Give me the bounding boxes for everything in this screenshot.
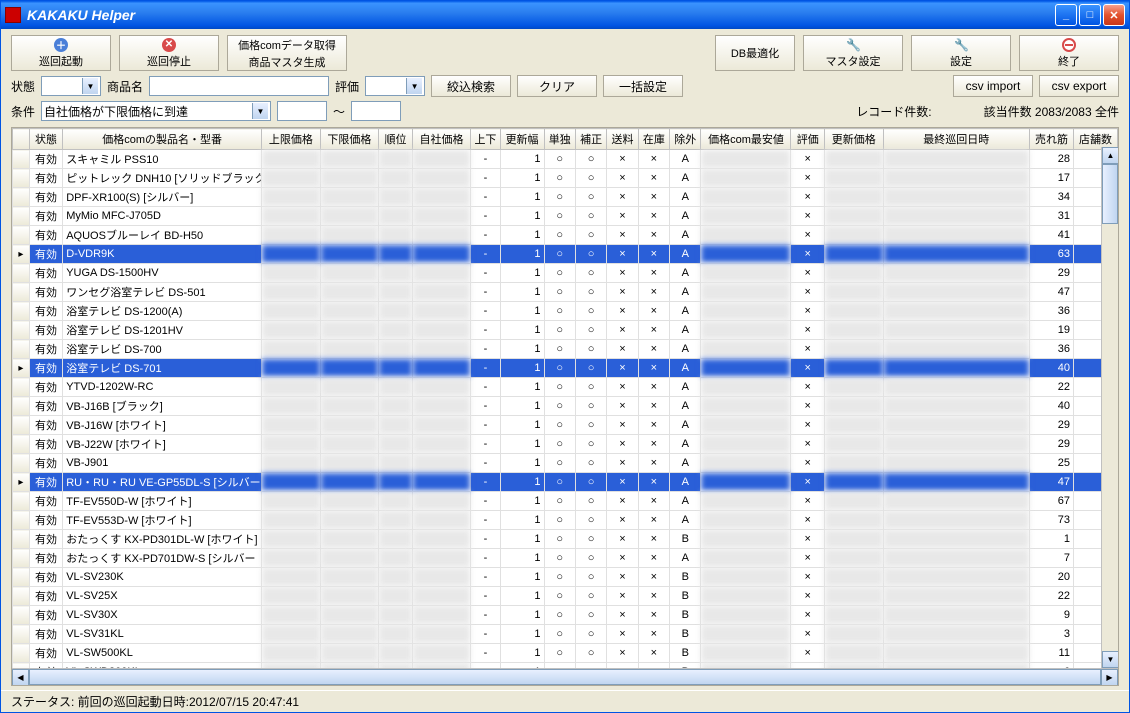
record-count-value: 該当件数 2083/2083 全件: [984, 103, 1119, 120]
patrol-stop-button[interactable]: ✕ 巡回停止: [119, 35, 219, 71]
plus-icon: ＋: [54, 38, 68, 52]
toolbar: ＋ 巡回起動 ✕ 巡回停止 価格comデータ取得 商品マスタ生成 DB最適化 🔧…: [1, 29, 1129, 73]
vertical-scrollbar[interactable]: ▲ ▼: [1101, 147, 1118, 668]
batch-settings-button[interactable]: 一括設定: [603, 75, 683, 97]
stop-icon: [1062, 38, 1076, 52]
scroll-right-button[interactable]: ▶: [1101, 669, 1118, 686]
patrol-start-button[interactable]: ＋ 巡回起動: [11, 35, 111, 71]
condition-label: 条件: [11, 103, 35, 120]
horizontal-scrollbar[interactable]: ◀ ▶: [12, 668, 1118, 685]
table-row[interactable]: 有効MyMio MFC-J705D-1○○××A×3141: [13, 207, 1118, 226]
close-button[interactable]: ✕: [1103, 4, 1125, 26]
filter-row-1: 状態 ▼ 商品名 評価 ▼ 絞込検索 クリア 一括設定 csv import c…: [1, 73, 1129, 99]
scroll-down-button[interactable]: ▼: [1102, 651, 1119, 668]
column-header[interactable]: 下限価格: [320, 129, 379, 150]
table-row[interactable]: 有効VB-J22W [ホワイト]-1○○××A×298: [13, 435, 1118, 454]
range-to-input[interactable]: [351, 101, 401, 121]
titlebar[interactable]: KAKAKU Helper _ □ ✕: [1, 1, 1129, 29]
cross-icon: ✕: [162, 38, 176, 52]
name-input[interactable]: [149, 76, 329, 96]
table-row[interactable]: 有効VL-SV31KL-1○○××B×336: [13, 625, 1118, 644]
column-header[interactable]: 送料: [607, 129, 638, 150]
narrow-search-button[interactable]: 絞込検索: [431, 75, 511, 97]
window-title: KAKAKU Helper: [27, 7, 1055, 23]
statusbar: ステータス: 前回の巡回起動日時:2012/07/15 20:47:41: [1, 690, 1129, 712]
table-row[interactable]: 有効ピットレック DNH10 [ソリッドブラック]-1○○××A×1736: [13, 169, 1118, 188]
csv-export-button[interactable]: csv export: [1039, 75, 1119, 97]
table-row[interactable]: 有効DPF-XR100(S) [シルバー]-1○○××A×3434: [13, 188, 1118, 207]
master-settings-button[interactable]: 🔧 マスタ設定: [803, 35, 903, 71]
column-header[interactable]: 状態: [29, 129, 62, 150]
table-row[interactable]: 有効VL-SW500KL-1○○××B×1153: [13, 644, 1118, 663]
range-from-input[interactable]: [277, 101, 327, 121]
grid-table[interactable]: 状態価格comの製品名・型番上限価格下限価格順位自社価格上下更新幅単独補正送料在…: [12, 128, 1118, 668]
table-row[interactable]: 有効VL-SV230K-1○○××B×2010: [13, 568, 1118, 587]
table-row[interactable]: 有効TF-EV553D-W [ホワイト]-1○○××A×7327: [13, 511, 1118, 530]
column-header[interactable]: 自社価格: [412, 129, 471, 150]
scroll-up-button[interactable]: ▲: [1102, 147, 1119, 164]
record-count-label: レコード件数:: [856, 103, 931, 120]
column-header[interactable]: 更新価格: [824, 129, 883, 150]
table-row[interactable]: 有効おたっくす KX-PD301DL-W [ホワイト]-1○○××B×114: [13, 530, 1118, 549]
column-header[interactable]: 上下: [471, 129, 500, 150]
table-row[interactable]: 有効D-VDR9K-1○○××A×633: [13, 245, 1118, 264]
table-row[interactable]: 有効浴室テレビ DS-700-1○○××A×3610: [13, 340, 1118, 359]
table-row[interactable]: 有効VB-J901-1○○××A×2514: [13, 454, 1118, 473]
data-grid: 状態価格comの製品名・型番上限価格下限価格順位自社価格上下更新幅単独補正送料在…: [11, 127, 1119, 686]
wrench-icon: 🔧: [954, 38, 968, 52]
table-row[interactable]: 有効VB-J16B [ブラック]-1○○××A×409: [13, 397, 1118, 416]
status-combo[interactable]: ▼: [41, 76, 101, 96]
column-header[interactable]: [13, 129, 30, 150]
eval-combo[interactable]: ▼: [365, 76, 425, 96]
table-row[interactable]: 有効VL-SV25X-1○○××B×228: [13, 587, 1118, 606]
column-header[interactable]: 評価: [791, 129, 824, 150]
tilde-label: ～: [333, 103, 345, 120]
table-row[interactable]: 有効RU・RU・RU VE-GP55DL-S [シルバー-1○○××A×4712: [13, 473, 1118, 492]
settings-button[interactable]: 🔧 設定: [911, 35, 1011, 71]
table-row[interactable]: 有効浴室テレビ DS-701-1○○××A×4013: [13, 359, 1118, 378]
column-header[interactable]: 順位: [379, 129, 412, 150]
column-header[interactable]: 更新幅: [500, 129, 544, 150]
wrench-icon: 🔧: [846, 38, 860, 52]
exit-button[interactable]: 終了: [1019, 35, 1119, 71]
table-row[interactable]: 有効ワンセグ浴室テレビ DS-501-1○○××A×4713: [13, 283, 1118, 302]
clear-button[interactable]: クリア: [517, 75, 597, 97]
name-label: 商品名: [107, 78, 143, 95]
condition-combo[interactable]: 自社価格が下限価格に到達▼: [41, 101, 271, 121]
table-row[interactable]: 有効YTVD-1202W-RC-1○○××A×2212: [13, 378, 1118, 397]
column-header[interactable]: 価格com最安値: [701, 129, 791, 150]
column-header[interactable]: 価格comの製品名・型番: [63, 129, 262, 150]
table-row[interactable]: 有効AQUOSブルーレイ BD-H50-1○○××A×4120: [13, 226, 1118, 245]
column-header[interactable]: 上限価格: [262, 129, 321, 150]
table-row[interactable]: 有効おたっくす KX-PD701DW-S [シルバー-1○○××A×747: [13, 549, 1118, 568]
data-fetch-button[interactable]: 価格comデータ取得 商品マスタ生成: [227, 35, 347, 71]
column-header[interactable]: 補正: [575, 129, 606, 150]
column-header[interactable]: 除外: [670, 129, 701, 150]
filter-row-2: 条件 自社価格が下限価格に到達▼ ～ レコード件数: 該当件数 2083/208…: [1, 99, 1129, 127]
status-label: 状態: [11, 78, 35, 95]
column-header[interactable]: 最終巡回日時: [883, 129, 1029, 150]
db-optimize-button[interactable]: DB最適化: [715, 35, 795, 71]
status-text: ステータス: 前回の巡回起動日時:2012/07/15 20:47:41: [11, 693, 299, 710]
column-header[interactable]: 在庫: [638, 129, 669, 150]
table-row[interactable]: 有効YUGA DS-1500HV-1○○××A×298: [13, 264, 1118, 283]
table-row[interactable]: 有効スキャミル PSS10-1○○××A×2822: [13, 150, 1118, 169]
eval-label: 評価: [335, 78, 359, 95]
column-header[interactable]: 単独: [544, 129, 575, 150]
table-row[interactable]: 有効VB-J16W [ホワイト]-1○○××A×299: [13, 416, 1118, 435]
table-row[interactable]: 有効TF-EV550D-W [ホワイト]-1○○××A×6730: [13, 492, 1118, 511]
app-window: KAKAKU Helper _ □ ✕ ＋ 巡回起動 ✕ 巡回停止 価格comデ…: [0, 0, 1130, 713]
scroll-left-button[interactable]: ◀: [12, 669, 29, 686]
table-row[interactable]: 有効浴室テレビ DS-1200(A)-1○○××A×369: [13, 302, 1118, 321]
csv-import-button[interactable]: csv import: [953, 75, 1033, 97]
maximize-button[interactable]: □: [1079, 4, 1101, 26]
table-row[interactable]: 有効浴室テレビ DS-1201HV-1○○××A×1914: [13, 321, 1118, 340]
app-icon: [5, 7, 21, 23]
column-header[interactable]: 売れ筋: [1030, 129, 1074, 150]
table-row[interactable]: 有効VL-SV30X-1○○××B×925: [13, 606, 1118, 625]
minimize-button[interactable]: _: [1055, 4, 1077, 26]
